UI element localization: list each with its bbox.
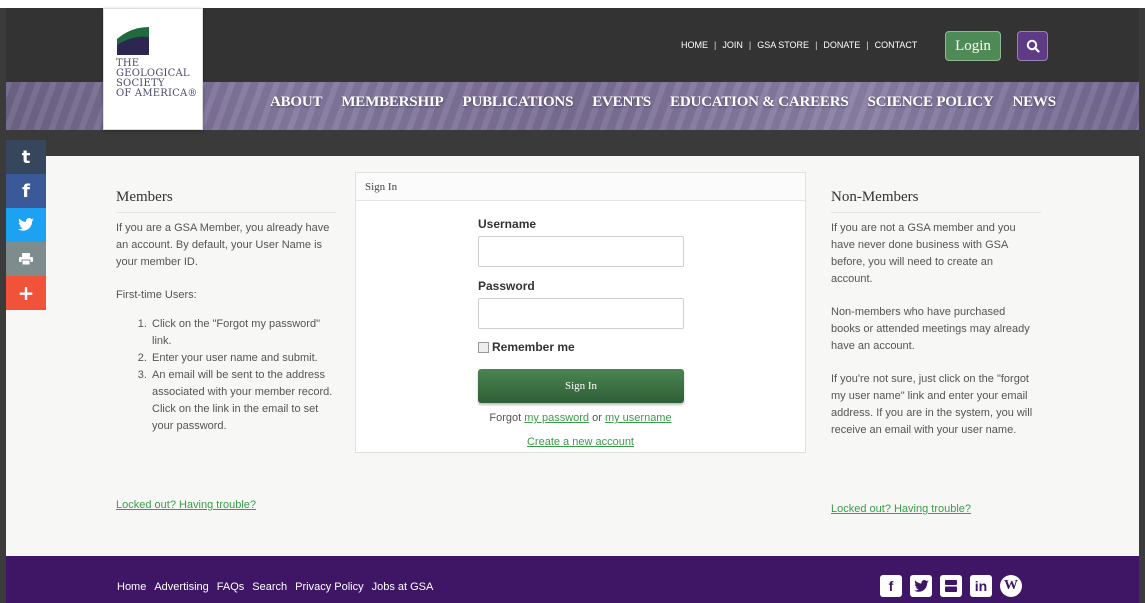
forgot-links: Forgot my password or my username: [355, 412, 806, 424]
list-item: Enter your user name and submit.: [150, 350, 336, 367]
twitter-icon[interactable]: [6, 208, 46, 242]
nonmembers-paragraph-1: If you are not a GSA member and you have…: [831, 222, 1016, 285]
forgot-username-link[interactable]: my username: [605, 412, 672, 424]
search-button[interactable]: [1017, 31, 1048, 61]
signin-panel-title: Sign In: [356, 173, 805, 201]
list-item: An email will be sent to the address ass…: [150, 367, 336, 435]
first-time-steps: Click on the "Forgot my password" link. …: [136, 316, 336, 435]
footer-youtube-icon[interactable]: [940, 575, 962, 597]
main-nav: ABOUT MEMBERSHIP PUBLICATIONS EVENTS EDU…: [270, 94, 1056, 111]
footer-link-jobs[interactable]: Jobs at GSA: [372, 581, 434, 593]
remember-me[interactable]: Remember me: [478, 340, 575, 354]
nav-publications[interactable]: PUBLICATIONS: [463, 94, 574, 111]
footer-links: Home Advertising FAQs Search Privacy Pol…: [117, 581, 433, 593]
forgot-prefix: Forgot: [489, 412, 522, 424]
share-more-icon[interactable]: +: [6, 276, 46, 310]
separator: |: [748, 40, 752, 50]
twitter-bird-icon: [913, 579, 929, 592]
utility-nav: HOME | JOIN | GSA STORE | DONATE | CONTA…: [681, 40, 917, 50]
members-heading: Members: [116, 189, 336, 213]
utility-link-contact[interactable]: CONTACT: [875, 40, 918, 50]
password-label: Password: [478, 279, 535, 293]
footer-link-privacy[interactable]: Privacy Policy: [295, 581, 363, 593]
footer-facebook-icon[interactable]: f: [880, 575, 902, 597]
members-intro: If you are a GSA Member, you already hav…: [116, 222, 330, 268]
sub-bar: [6, 130, 1139, 156]
footer-link-faqs[interactable]: FAQs: [217, 581, 245, 593]
password-input[interactable]: [478, 298, 684, 329]
nav-membership[interactable]: MEMBERSHIP: [341, 94, 443, 111]
footer-social-icons: f in W: [880, 575, 1022, 597]
separator: |: [815, 40, 818, 50]
utility-link-store[interactable]: GSA STORE: [757, 40, 809, 50]
gsa-logo[interactable]: THE GEOLOGICAL SOCIETY OF AMERICA®: [103, 8, 203, 130]
footer-wordpress-icon[interactable]: W: [1000, 575, 1022, 597]
login-button[interactable]: Login: [945, 31, 1001, 61]
nonmembers-paragraph-3: If you're not sure, just click on the "f…: [831, 373, 1033, 436]
first-time-users-label: First-time Users:: [116, 289, 197, 301]
create-account: Create a new account: [355, 436, 806, 448]
footer-link-search[interactable]: Search: [252, 581, 287, 593]
forgot-password-link[interactable]: my password: [524, 412, 589, 424]
footer-link-advertising[interactable]: Advertising: [154, 581, 208, 593]
username-input[interactable]: [478, 236, 684, 267]
forgot-or: or: [592, 412, 602, 424]
tumblr-icon[interactable]: t: [6, 140, 46, 174]
nonmembers-heading: Non-Members: [831, 189, 1041, 213]
remember-me-label: Remember me: [492, 340, 575, 354]
nav-events[interactable]: EVENTS: [592, 94, 651, 111]
twitter-bird-icon: [18, 218, 34, 231]
print-icon[interactable]: [6, 242, 46, 276]
nav-about[interactable]: ABOUT: [270, 94, 323, 111]
nav-science-policy[interactable]: SCIENCE POLICY: [868, 94, 994, 111]
signin-button[interactable]: Sign In: [478, 369, 684, 403]
create-account-link[interactable]: Create a new account: [527, 436, 634, 448]
footer-linkedin-icon[interactable]: in: [970, 575, 992, 597]
nav-education-careers[interactable]: EDUCATION & CAREERS: [670, 94, 849, 111]
search-icon: [1026, 39, 1040, 53]
remember-me-checkbox[interactable]: [478, 341, 489, 353]
members-help-link[interactable]: Locked out? Having trouble?: [116, 499, 256, 511]
username-label: Username: [478, 217, 537, 231]
facebook-icon[interactable]: f: [6, 174, 46, 208]
footer-twitter-icon[interactable]: [910, 575, 932, 597]
printer-icon: [19, 253, 33, 265]
social-share-bar: t f +: [6, 140, 46, 310]
youtube-icon: [945, 580, 957, 592]
utility-link-join[interactable]: JOIN: [722, 40, 743, 50]
separator: |: [714, 40, 717, 50]
nav-news[interactable]: NEWS: [1012, 94, 1056, 111]
logo-line: OF AMERICA®: [116, 88, 198, 99]
gsa-logo-mark-icon: [117, 23, 149, 55]
list-item: Click on the "Forgot my password" link.: [150, 316, 336, 350]
logo-wordmark: THE GEOLOGICAL SOCIETY OF AMERICA®: [116, 59, 202, 99]
footer-link-home[interactable]: Home: [117, 581, 146, 593]
utility-link-home[interactable]: HOME: [681, 40, 708, 50]
utility-link-donate[interactable]: DONATE: [823, 40, 860, 50]
top-strip: [0, 0, 1145, 8]
nonmembers-help-link[interactable]: Locked out? Having trouble?: [831, 503, 971, 515]
nonmembers-paragraph-2: Non-members who have purchased books or …: [831, 306, 1030, 352]
separator: |: [866, 40, 869, 50]
